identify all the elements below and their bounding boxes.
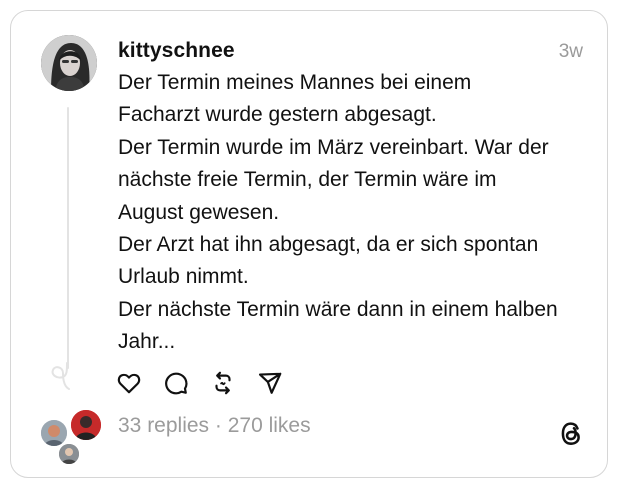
share-button[interactable] (257, 370, 283, 396)
threads-logo-icon[interactable] (557, 419, 585, 449)
author-avatar[interactable] (41, 35, 97, 91)
repost-icon (215, 371, 231, 395)
post-text-line: Urlaub nimmt. (118, 265, 249, 289)
post-text-line: Der Arzt hat ihn abgesagt, da er sich sp… (118, 233, 539, 257)
send-icon (258, 372, 282, 394)
reply-button[interactable] (163, 370, 189, 396)
post-text-line: Der Termin wurde im März vereinbart. War… (118, 135, 549, 159)
thread-line (67, 107, 69, 369)
post-text-line: Jahr... (118, 330, 176, 354)
post-text-line: Der nächste Termin wäre dann in einem ha… (118, 297, 558, 321)
author-username[interactable]: kittyschnee (118, 39, 235, 63)
heart-icon (117, 373, 141, 394)
like-button[interactable] (116, 370, 142, 396)
post-text-line: Facharzt wurde gestern abgesagt. (118, 103, 437, 127)
post-card[interactable]: kittyschnee 3w Der Termin meines Mannes … (10, 10, 608, 478)
post-actions (116, 369, 304, 397)
post-text: Der Termin meines Mannes bei einem Facha… (118, 67, 598, 359)
replier-avatar (69, 408, 103, 442)
post-timestamp: 3w (558, 41, 583, 62)
thread-loop-icon (51, 362, 70, 390)
repost-button[interactable] (210, 370, 236, 396)
replier-avatar (57, 442, 81, 466)
post-stats[interactable]: 33 replies · 270 likes (118, 414, 311, 438)
comment-icon (165, 372, 188, 395)
post-text-line: nächste freie Termin, der Termin wäre im (118, 168, 497, 192)
post-text-line: Der Termin meines Mannes bei einem (118, 71, 472, 94)
avatar-image (41, 35, 97, 91)
replier-avatars[interactable] (39, 408, 103, 466)
post-text-line: August gewesen. (118, 200, 280, 224)
